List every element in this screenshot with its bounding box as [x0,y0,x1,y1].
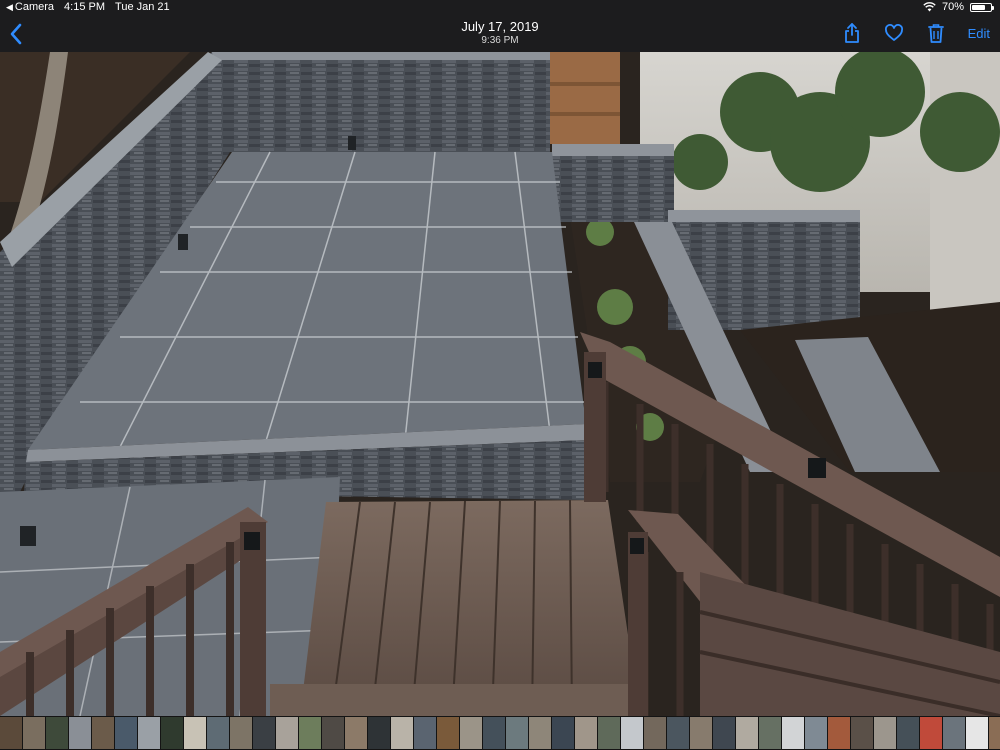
photo-thumbnail[interactable] [345,717,367,749]
photo-thumbnail[interactable] [943,717,965,749]
photo-thumbnail[interactable] [552,717,574,749]
photo-thumbnail[interactable] [230,717,252,749]
photo-thumbnail[interactable] [138,717,160,749]
photo-time: 9:36 PM [481,35,519,46]
photo-thumbnail[interactable] [805,717,827,749]
back-to-app-label: Camera [14,1,55,13]
photo-thumbnail[interactable] [0,717,22,749]
photo-thumbnail[interactable] [598,717,620,749]
photo-thumbnail[interactable] [644,717,666,749]
photo-thumbnail[interactable] [115,717,137,749]
photo-viewer[interactable] [0,52,1000,716]
photo-thumbnail[interactable] [667,717,689,749]
photo-thumbnail[interactable] [184,717,206,749]
clock: 4:15 PM [64,1,106,13]
share-icon[interactable] [842,22,862,44]
photo-thumbnail[interactable] [368,717,390,749]
photo-thumbnail[interactable] [46,717,68,749]
small-chevron-left-icon: ◀ [6,1,13,12]
photo-thumbnail[interactable] [529,717,551,749]
photo-thumbnail[interactable] [207,717,229,749]
heart-icon[interactable] [884,22,904,44]
photo-thumbnail[interactable] [322,717,344,749]
photo-thumbnail[interactable] [736,717,758,749]
thumbnail-strip [0,716,1000,750]
photo-thumbnail[interactable] [92,717,114,749]
photo-thumbnail[interactable] [506,717,528,749]
photo-thumbnail[interactable] [759,717,781,749]
photo-title: July 17, 2019 9:36 PM [350,19,650,47]
photo-thumbnail[interactable] [966,717,988,749]
photo-thumbnail[interactable] [69,717,91,749]
photo-thumbnail[interactable] [851,717,873,749]
photo-thumbnail[interactable] [897,717,919,749]
photo-thumbnail[interactable] [920,717,942,749]
photo-thumbnail[interactable] [299,717,321,749]
photo-thumbnail[interactable] [621,717,643,749]
photo-thumbnail[interactable] [483,717,505,749]
battery-fill [972,4,985,10]
photo-thumbnail[interactable] [460,717,482,749]
photo-thumbnail[interactable] [161,717,183,749]
photo-thumbnail[interactable] [391,717,413,749]
chevron-left-icon[interactable] [6,20,28,48]
wifi-icon [923,2,936,12]
photo-thumbnail[interactable] [989,717,1000,749]
photo-thumbnail[interactable] [253,717,275,749]
photo-thumbnail[interactable] [782,717,804,749]
edit-button[interactable]: Edit [968,26,990,41]
photo-thumbnail[interactable] [276,717,298,749]
battery-icon [970,2,994,12]
trash-icon[interactable] [926,22,946,44]
photo-date: July 17, 2019 [461,19,539,34]
battery-percent: 70% [941,1,964,13]
patio-photo [0,52,1000,716]
photo-thumbnail[interactable] [23,717,45,749]
photo-thumbnail[interactable] [437,717,459,749]
status-bar: ◀ Camera 4:15 PM Tue Jan 21 70% [0,0,1000,16]
date: Tue Jan 21 [115,1,170,13]
photo-thumbnail[interactable] [874,717,896,749]
photo-thumbnail[interactable] [575,717,597,749]
photo-thumbnail[interactable] [713,717,735,749]
back-to-app-link[interactable]: ◀ Camera [6,1,54,13]
photo-thumbnail[interactable] [828,717,850,749]
photo-thumbnail[interactable] [690,717,712,749]
photo-thumbnail[interactable] [414,717,436,749]
nav-bar: July 17, 2019 9:36 PM Edit [0,16,1000,52]
